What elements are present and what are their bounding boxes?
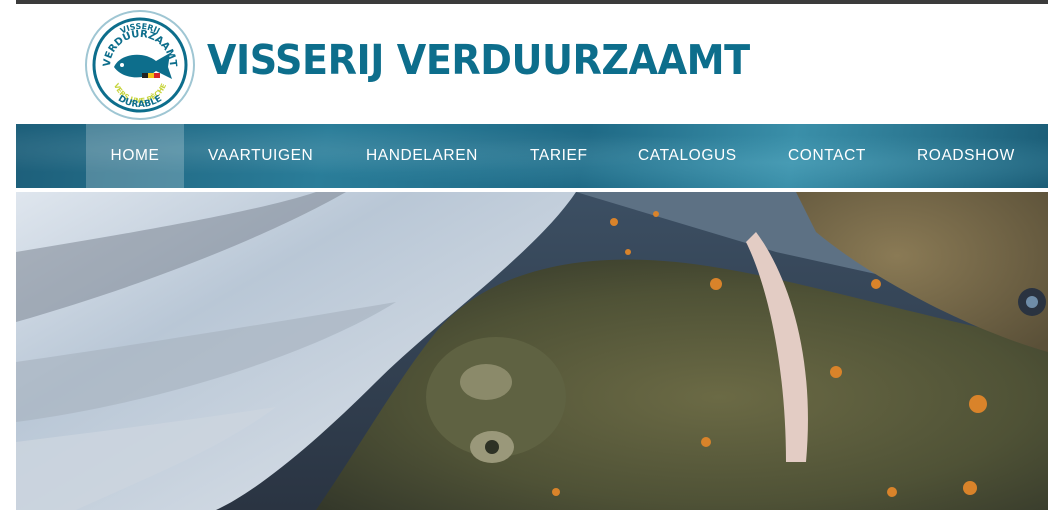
- nav-item-catalogus[interactable]: CATALOGUS: [638, 124, 737, 188]
- nav-item-vaartuigen[interactable]: VAARTUIGEN: [208, 124, 313, 188]
- nav-item-home[interactable]: HOME: [86, 124, 184, 188]
- fish-catch-photo: [16, 192, 1048, 510]
- main-navigation: HOME VAARTUIGEN HANDELAREN TARIEF CATALO…: [16, 124, 1048, 188]
- site-title[interactable]: VISSERIJ VERDUURZAAMT: [207, 36, 750, 84]
- nav-item-contact[interactable]: CONTACT: [788, 124, 866, 188]
- logo-badge-icon: VISSERIJ VERDUURZAAMT VERS UNE PÊCHE DUR…: [85, 10, 195, 120]
- site-logo[interactable]: VISSERIJ VERDUURZAAMT VERS UNE PÊCHE DUR…: [84, 9, 196, 121]
- nav-item-handelaren[interactable]: HANDELAREN: [366, 124, 478, 188]
- nav-item-tarief[interactable]: TARIEF: [530, 124, 588, 188]
- site-header: VISSERIJ VERDUURZAAMT VERS UNE PÊCHE DUR…: [16, 4, 1048, 124]
- nav-item-roadshow[interactable]: ROADSHOW: [917, 124, 1015, 188]
- hero-image: [16, 192, 1048, 510]
